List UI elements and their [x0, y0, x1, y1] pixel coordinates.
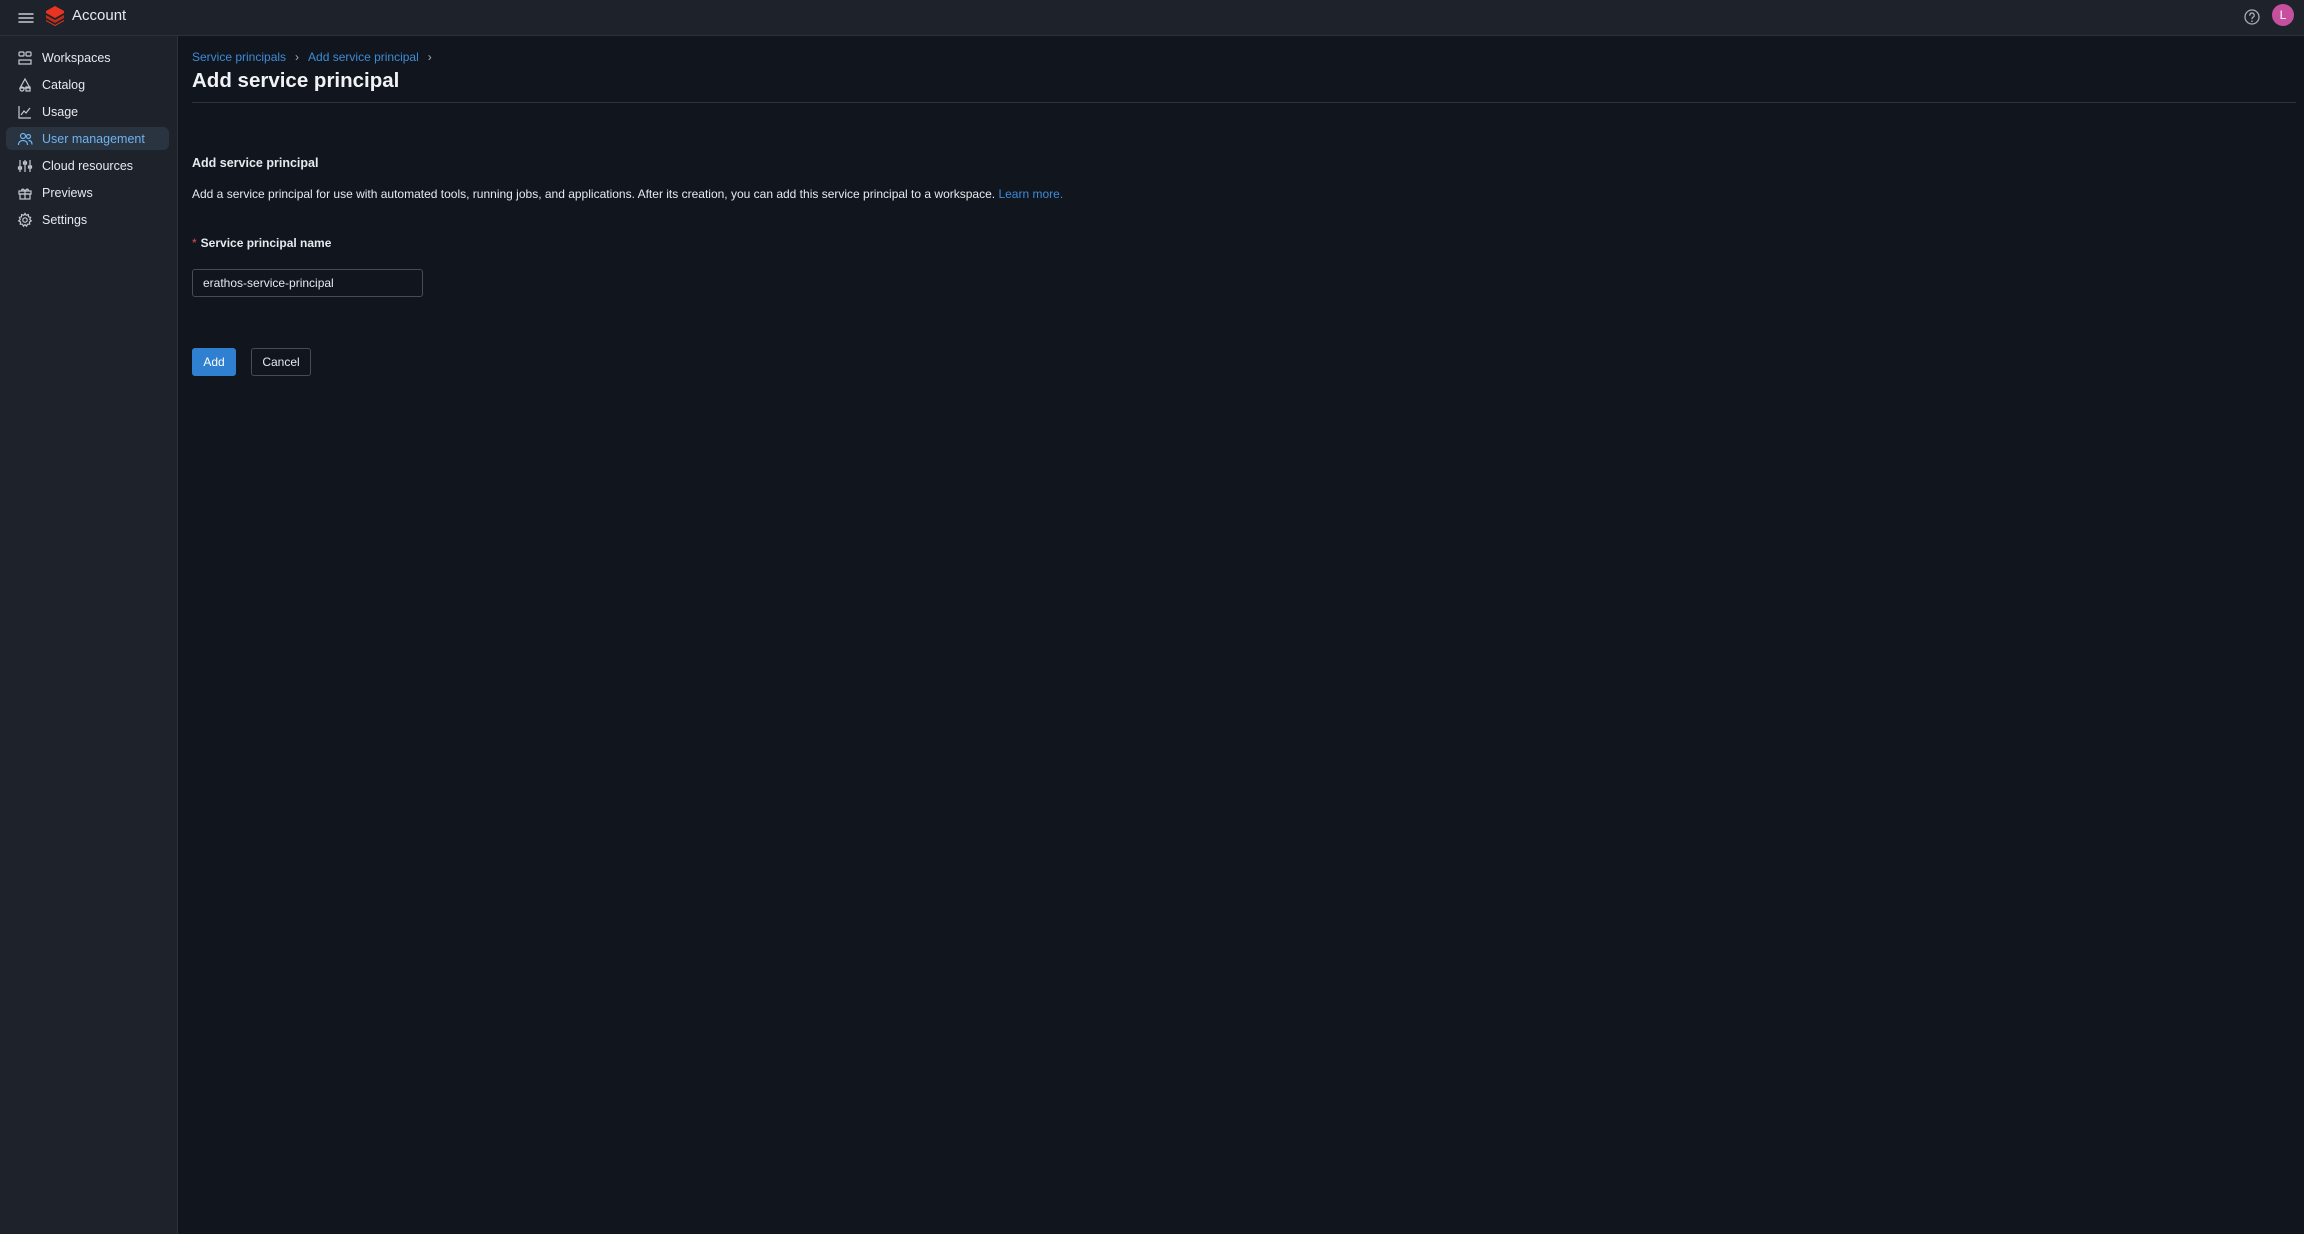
hamburger-icon[interactable] [14, 6, 38, 30]
breadcrumb-add-service-principal[interactable]: Add service principal [308, 50, 419, 64]
sidebar-item-label: Settings [42, 212, 88, 227]
sidebar-item-catalog[interactable]: Catalog [6, 73, 169, 96]
sidebar: Workspaces Catalog Usage User management… [0, 36, 178, 1234]
description: Add a service principal for use with aut… [192, 187, 1063, 201]
avatar[interactable]: L [2272, 4, 2294, 26]
app-title: Account [72, 7, 127, 24]
databricks-logo-icon[interactable] [45, 5, 65, 27]
sidebar-item-workspaces[interactable]: Workspaces [6, 46, 169, 69]
sliders-icon [17, 158, 33, 174]
breadcrumb-service-principals[interactable]: Service principals [192, 50, 286, 64]
users-icon [17, 131, 33, 147]
service-principal-name-label: * Service principal name [192, 236, 331, 250]
required-marker: * [192, 236, 197, 250]
catalog-icon [17, 77, 33, 93]
breadcrumb-separator: › [295, 50, 300, 64]
breadcrumb-separator: › [427, 50, 432, 64]
service-principal-name-input[interactable] [192, 269, 423, 297]
sidebar-item-label: Cloud resources [42, 158, 134, 173]
add-button[interactable]: Add [192, 348, 236, 376]
question-circle-icon[interactable] [2240, 5, 2264, 29]
top-bar: Account L [0, 0, 2304, 36]
sidebar-item-cloud-resources[interactable]: Cloud resources [6, 154, 169, 177]
field-label-text: Service principal name [200, 236, 332, 250]
sidebar-item-usage[interactable]: Usage [6, 100, 169, 123]
gift-icon [17, 185, 33, 201]
description-text: Add a service principal for use with aut… [192, 187, 996, 201]
breadcrumb: Service principals › Add service princip… [192, 50, 441, 64]
gear-icon [17, 211, 33, 228]
sidebar-item-label: Previews [42, 185, 93, 200]
main-content: Service principals › Add service princip… [178, 36, 2304, 1234]
sidebar-item-previews[interactable]: Previews [6, 181, 169, 204]
sidebar-item-settings[interactable]: Settings [6, 208, 169, 231]
sidebar-item-label: Usage [42, 104, 79, 119]
workspaces-icon [17, 50, 33, 66]
sidebar-item-user-management[interactable]: User management [6, 127, 169, 150]
section-title: Add service principal [192, 156, 319, 170]
divider [192, 102, 2296, 103]
chart-line-icon [17, 104, 33, 120]
sidebar-item-label: User management [42, 131, 145, 146]
learn-more-link[interactable]: Learn more. [998, 187, 1063, 201]
page-title: Add service principal [192, 69, 400, 92]
cancel-button[interactable]: Cancel [251, 348, 311, 376]
sidebar-item-label: Workspaces [42, 50, 111, 65]
sidebar-item-label: Catalog [42, 77, 86, 92]
